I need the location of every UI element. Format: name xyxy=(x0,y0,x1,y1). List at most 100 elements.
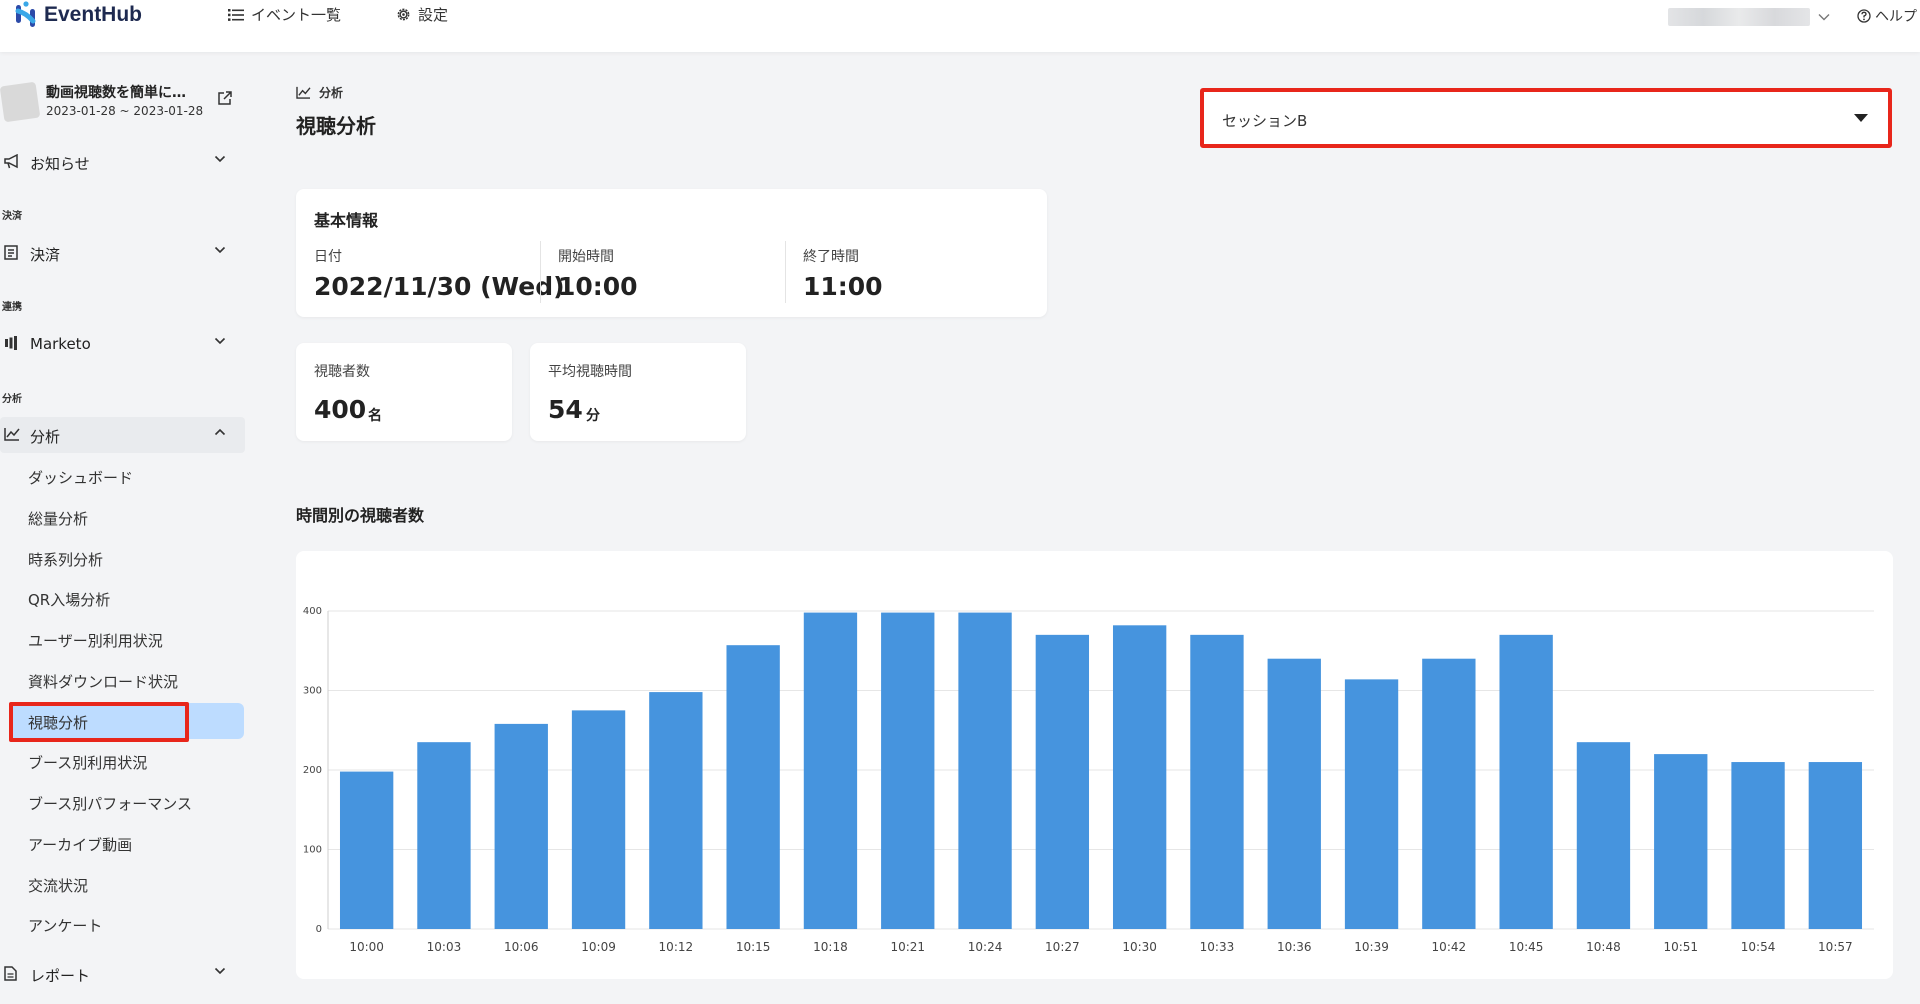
sub-label: ブース別パフォーマンス xyxy=(28,795,192,813)
sidebar-sub-downloads[interactable]: 資料ダウンロード状況 xyxy=(10,662,244,698)
bar xyxy=(649,692,703,929)
sub-label: QR入場分析 xyxy=(28,591,111,609)
chevron-down-icon xyxy=(214,337,226,345)
bar xyxy=(1808,762,1863,929)
sidebar-sub-booth-performance[interactable]: ブース別パフォーマンス xyxy=(10,784,244,820)
x-tick-label: 10:12 xyxy=(659,940,694,954)
x-tick-label: 10:51 xyxy=(1663,940,1698,954)
chevron-down-icon xyxy=(214,246,226,254)
sidebar-sub-archive-video[interactable]: アーカイブ動画 xyxy=(10,825,244,861)
y-tick-label: 300 xyxy=(303,686,322,697)
x-tick-label: 10:30 xyxy=(1122,940,1157,954)
bar xyxy=(1654,754,1708,929)
bar xyxy=(1112,625,1167,929)
line-chart-icon xyxy=(4,428,20,441)
start-time-label: 開始時間 xyxy=(558,249,614,265)
bar xyxy=(1422,658,1476,929)
help-link[interactable]: ヘルプ xyxy=(1857,6,1917,26)
page-title: 視聴分析 xyxy=(296,114,376,138)
breadcrumb-label: 分析 xyxy=(319,86,344,100)
x-tick-label: 10:09 xyxy=(581,940,616,954)
receipt-icon xyxy=(4,245,18,260)
sidebar-item-analytics[interactable]: 分析 xyxy=(0,417,245,453)
app-name: EventHub xyxy=(44,3,143,26)
basic-info-card: 基本情報 日付 2022/11/30 (Wed) 開始時間 10:00 終了時間… xyxy=(296,189,1047,317)
bar xyxy=(1190,634,1244,929)
start-time-value: 10:00 xyxy=(558,272,638,301)
sidebar-sub-timeseries[interactable]: 時系列分析 xyxy=(10,540,244,576)
external-link-icon[interactable] xyxy=(217,90,233,106)
sidebar-sub-booth-usage[interactable]: ブース別利用状況 xyxy=(10,743,244,779)
bar xyxy=(1499,634,1553,929)
viewers-card: 視聴者数 400 名 xyxy=(296,343,512,441)
sub-label: ユーザー別利用状況 xyxy=(28,632,163,650)
sidebar-sub-survey[interactable]: アンケート xyxy=(10,906,244,942)
nav-settings[interactable]: 設定 xyxy=(396,4,448,25)
sub-label: アンケート xyxy=(28,917,103,935)
divider xyxy=(540,241,541,303)
bar xyxy=(1344,679,1399,929)
x-tick-label: 10:33 xyxy=(1200,940,1235,954)
bar xyxy=(571,710,626,929)
session-select[interactable]: セッションB xyxy=(1200,88,1892,148)
sub-label: 資料ダウンロード状況 xyxy=(28,673,179,691)
bar xyxy=(339,771,394,929)
sidebar-item-payment[interactable]: 決済 xyxy=(0,235,245,271)
y-tick-label: 100 xyxy=(303,845,322,856)
basic-info-title: 基本情報 xyxy=(314,211,379,230)
sidebar-item-news[interactable]: お知らせ xyxy=(0,144,245,180)
bar xyxy=(494,723,548,929)
avg-watch-time-value: 54 xyxy=(548,395,583,424)
marketo-icon xyxy=(5,336,17,350)
viewers-unit: 名 xyxy=(368,408,382,424)
line-chart-icon xyxy=(296,86,311,99)
chevron-down-icon xyxy=(214,967,226,975)
section-label-integration: 連携 xyxy=(2,302,22,313)
user-menu[interactable] xyxy=(1668,8,1830,26)
help-icon xyxy=(1857,9,1871,23)
x-tick-label: 10:00 xyxy=(349,940,384,954)
avg-watch-time-card: 平均視聴時間 54 分 xyxy=(530,343,746,441)
megaphone-icon xyxy=(4,154,18,169)
bar xyxy=(1035,634,1090,929)
avg-watch-time-unit: 分 xyxy=(586,408,600,424)
sub-label: 交流状況 xyxy=(28,877,89,895)
sidebar-sub-viewing-analysis[interactable]: 視聴分析 xyxy=(10,703,244,739)
sidebar-sub-dashboard[interactable]: ダッシュボード xyxy=(10,458,244,494)
sidebar-payment-label: 決済 xyxy=(30,246,61,264)
nav-events[interactable]: イベント一覧 xyxy=(228,4,341,25)
y-tick-label: 200 xyxy=(303,765,322,776)
x-tick-label: 10:15 xyxy=(736,940,771,954)
x-tick-label: 10:48 xyxy=(1586,940,1621,954)
x-tick-label: 10:57 xyxy=(1818,940,1853,954)
sidebar-sub-volume[interactable]: 総量分析 xyxy=(10,499,244,535)
sub-label: ダッシュボード xyxy=(28,469,134,487)
viewers-by-time-chart: 0 100 200 300 400 10:00 10:03 10:06 10:09 10:12 10… xyxy=(303,606,1874,954)
bar xyxy=(1576,742,1631,929)
breadcrumb: 分析 xyxy=(296,84,343,101)
sidebar-item-report[interactable]: レポート xyxy=(0,956,245,992)
bar xyxy=(417,742,471,929)
y-tick-label: 0 xyxy=(316,924,322,935)
bar xyxy=(1267,658,1321,929)
nav-events-label: イベント一覧 xyxy=(251,6,342,24)
sidebar-sub-networking[interactable]: 交流状況 xyxy=(10,866,244,902)
bar xyxy=(726,645,780,929)
sub-label: 視聴分析 xyxy=(28,714,89,732)
sidebar-item-marketo[interactable]: Marketo xyxy=(0,326,245,362)
sidebar-sub-user-usage[interactable]: ユーザー別利用状況 xyxy=(10,621,244,657)
x-tick-label: 10:21 xyxy=(890,940,925,954)
sidebar-analytics-label: 分析 xyxy=(30,428,61,446)
help-label: ヘルプ xyxy=(1875,9,1917,25)
gear-icon xyxy=(397,8,410,21)
sidebar-sub-qr-entry[interactable]: QR入場分析 xyxy=(10,580,244,616)
end-time-value: 11:00 xyxy=(803,272,883,301)
app-logo[interactable]: EventHub xyxy=(14,0,142,30)
event-thumbnail xyxy=(0,81,41,123)
list-icon xyxy=(228,8,244,21)
section-label-payment: 決済 xyxy=(2,211,22,222)
document-icon xyxy=(4,966,17,981)
chevron-up-icon xyxy=(214,428,226,436)
x-tick-label: 10:36 xyxy=(1277,940,1312,954)
chevron-down-icon xyxy=(1818,14,1830,21)
